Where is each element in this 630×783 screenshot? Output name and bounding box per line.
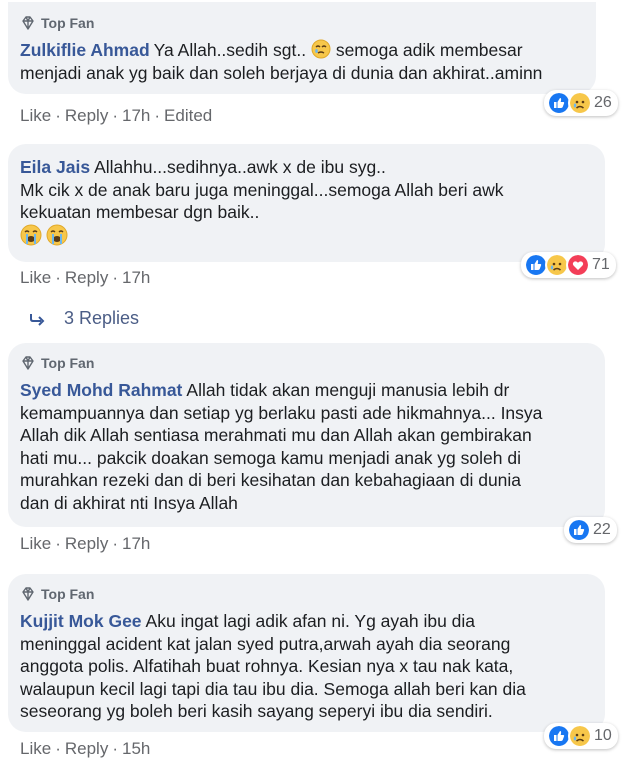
like-link[interactable]: Like: [20, 534, 51, 554]
comment-text: Syed Mohd Rahmat Allah tidak akan menguji…: [20, 379, 591, 514]
reply-link[interactable]: Reply: [65, 739, 108, 759]
comment-line: kemampuannya dan setiap yg berlaku pasti…: [20, 402, 543, 423]
comment-actions: Like · Reply · 15h: [20, 739, 150, 759]
comment-author[interactable]: Zulkiflie Ahmad: [20, 40, 150, 60]
comment-line: kekuatan membesar dgn baik..: [20, 202, 260, 222]
reply-link[interactable]: Reply: [65, 534, 108, 554]
separator: ·: [55, 268, 61, 287]
comment-text: Zulkiflie Ahmad Ya Allah..sedih sgt.. sem…: [20, 39, 582, 84]
like-link[interactable]: Like: [20, 739, 51, 759]
comment-line: Allahhu...sedihnya..awk x de ibu syg..: [94, 157, 386, 177]
comment-line: meninggal acident kat jalan syed putra,a…: [20, 633, 511, 654]
reaction-count: 71: [592, 256, 610, 273]
reaction-count: 22: [593, 521, 611, 538]
replies-count-label[interactable]: 3 Replies: [64, 308, 139, 329]
comment-line: Allah tidak akan menguji manusia lebih d…: [186, 380, 510, 400]
separator: ·: [154, 106, 161, 125]
sad-reaction-icon: [568, 724, 592, 748]
top-fan-badge: Top Fan: [20, 586, 591, 602]
reaction-summary[interactable]: 22: [564, 517, 617, 543]
like-reaction-icon: [567, 518, 591, 542]
badge-label: Top Fan: [41, 586, 95, 602]
reply-link[interactable]: Reply: [65, 268, 108, 288]
top-fan-badge: Top Fan: [20, 355, 591, 371]
separator: ·: [112, 739, 118, 758]
crying-face-emoji-icon: [46, 224, 68, 245]
comment-bubble: Top Fan Kujjit Mok Gee Aku ingat lagi adi…: [8, 574, 605, 732]
comment-author[interactable]: Kujjit Mok Gee: [20, 611, 142, 631]
crying-emojis: [20, 224, 68, 247]
sad-reaction-icon: [568, 91, 592, 115]
comment-line: murahkan rezeki dan di beri kesihatan da…: [20, 470, 522, 490]
comment-bubble: Eila Jais Allahhu...sedihnya..awk x de ib…: [8, 144, 605, 262]
view-replies-link[interactable]: 3 Replies: [30, 308, 139, 329]
comment-bubble: Top Fan Syed Mohd Rahmat Allah tidak akan…: [8, 343, 605, 527]
comment-actions: Like · Reply · 17h: [20, 534, 150, 554]
comment-actions: Like · Reply · 17h · Edited: [20, 106, 212, 126]
reaction-count: 10: [594, 727, 612, 744]
crying-face-emoji-icon: [20, 224, 42, 245]
comment-line: menjadi anak yg baik dan soleh berjaya d…: [20, 62, 543, 83]
comment-text: Kujjit Mok Gee Aku ingat lagi adik afan n…: [20, 610, 591, 723]
reaction-summary[interactable]: 71: [521, 252, 616, 278]
reply-arrow-icon: [30, 313, 45, 326]
comment-line: Mk cik x de anak baru juga meninggal...s…: [20, 179, 504, 200]
badge-label: Top Fan: [41, 355, 95, 371]
diamond-icon: [22, 356, 34, 370]
reply-link[interactable]: Reply: [65, 106, 108, 126]
diamond-icon: [22, 587, 34, 601]
separator: ·: [55, 534, 61, 553]
comment-line: anggota polis. Alfatihah buat rohnya. Ke…: [20, 656, 514, 676]
separator: ·: [55, 739, 61, 758]
comment-text: Eila Jais Allahhu...sedihnya..awk x de ib…: [20, 156, 591, 248]
diamond-icon: [22, 16, 34, 30]
love-reaction-icon: [566, 253, 590, 277]
comment-author[interactable]: Eila Jais: [20, 157, 90, 177]
sad-face-emoji-icon: [311, 39, 331, 59]
comment-line: Allah dik Allah sentiasa merahmati mu da…: [20, 425, 532, 445]
comment-line: walaupun kecil lagi tapi dia tau ibu dia…: [20, 678, 526, 699]
separator: ·: [112, 534, 118, 553]
comment-line: semoga adik membesar: [330, 40, 523, 60]
comment-line: Aku ingat lagi adik afan ni. Yg ayah ibu…: [145, 611, 476, 631]
reaction-summary[interactable]: 10: [544, 723, 618, 749]
edited-label[interactable]: Edited: [164, 106, 212, 126]
like-link[interactable]: Like: [20, 106, 51, 126]
separator: ·: [55, 106, 61, 125]
comment-line: hati mu... pakcik doakan semoga kamu men…: [20, 447, 521, 468]
separator: ·: [112, 106, 118, 125]
timestamp[interactable]: 15h: [122, 739, 150, 759]
timestamp[interactable]: 17h: [122, 268, 150, 288]
comment-line: dan di akhirat nti Insya Allah: [20, 492, 238, 513]
cut-off-replies-link[interactable]: [30, 775, 150, 783]
timestamp[interactable]: 17h: [122, 534, 150, 554]
like-link[interactable]: Like: [20, 268, 51, 288]
comment-actions: Like · Reply · 17h: [20, 268, 150, 288]
separator: ·: [112, 268, 118, 287]
comment-line: Ya Allah..sedih sgt..: [153, 40, 307, 60]
comment-line: seseorang yg boleh beri kasih sayang sep…: [20, 701, 493, 721]
comment-bubble: Top Fan Zulkiflie Ahmad Ya Allah..sedih s…: [8, 2, 596, 94]
reaction-summary[interactable]: 26: [544, 90, 618, 116]
badge-label: Top Fan: [41, 15, 95, 31]
comment-author[interactable]: Syed Mohd Rahmat: [20, 380, 182, 400]
timestamp[interactable]: 17h: [122, 106, 150, 126]
reaction-count: 26: [594, 94, 612, 111]
top-fan-badge: Top Fan: [20, 15, 582, 31]
